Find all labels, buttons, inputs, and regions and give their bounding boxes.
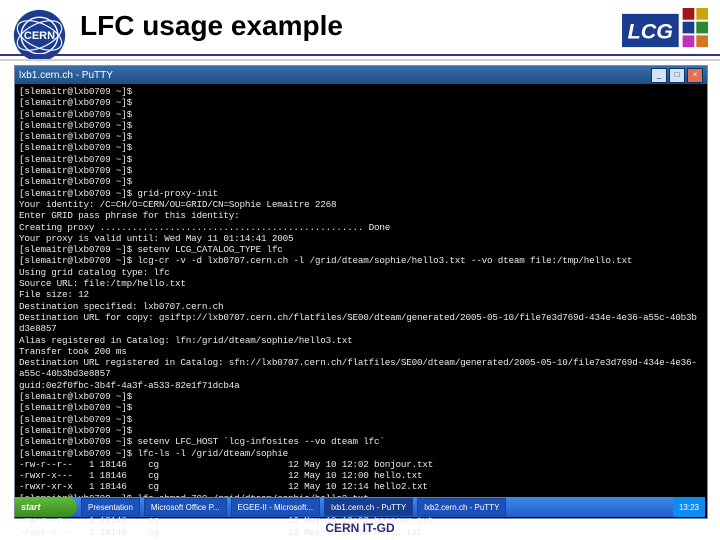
system-tray[interactable]: 13:23 bbox=[673, 497, 705, 517]
window-title: lxb1.cern.ch - PuTTY bbox=[19, 70, 649, 81]
maximize-button[interactable]: □ bbox=[669, 68, 685, 83]
slide-footer: CERN IT-GD bbox=[0, 521, 720, 535]
taskbar: start Presentation Microsoft Office P...… bbox=[15, 497, 705, 517]
svg-text:CERN: CERN bbox=[24, 30, 55, 42]
start-button[interactable]: start bbox=[15, 497, 77, 517]
taskbar-item[interactable]: lxb2.cern.ch - PuTTY bbox=[417, 498, 506, 516]
rule bbox=[0, 59, 720, 61]
rule bbox=[0, 54, 720, 56]
tray-time: 13:23 bbox=[679, 503, 699, 512]
svg-text:LCG: LCG bbox=[628, 19, 674, 43]
window-titlebar[interactable]: lxb1.cern.ch - PuTTY _ □ × bbox=[15, 66, 707, 84]
close-button[interactable]: × bbox=[687, 68, 703, 83]
slide: CERN LCG LFC usage example lxb1.cern.ch … bbox=[0, 0, 720, 540]
taskbar-item[interactable]: Presentation bbox=[81, 498, 140, 516]
start-label: start bbox=[21, 502, 41, 512]
slide-title: LFC usage example bbox=[80, 10, 343, 42]
lcg-logo: LCG bbox=[622, 8, 710, 58]
putty-window: lxb1.cern.ch - PuTTY _ □ × [slemaitr@lxb… bbox=[14, 65, 708, 519]
terminal-content[interactable]: [slemaitr@lxb0709 ~]$ [slemaitr@lxb0709 … bbox=[15, 84, 707, 540]
taskbar-item[interactable]: EGEE-II - Microsoft... bbox=[231, 498, 321, 516]
taskbar-item[interactable]: Microsoft Office P... bbox=[144, 498, 227, 516]
taskbar-item[interactable]: lxb1.cern.ch - PuTTY bbox=[324, 498, 413, 516]
minimize-button[interactable]: _ bbox=[651, 68, 667, 83]
